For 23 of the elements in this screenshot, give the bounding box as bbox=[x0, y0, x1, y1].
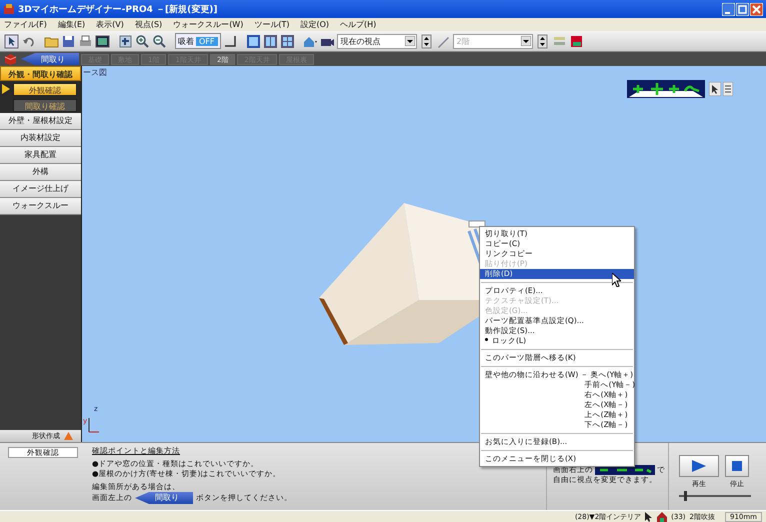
window-title: 3Dマイホームデザイナー-PRO4 －[新規(変更)] bbox=[18, 3, 218, 16]
section-header: 外観・間取り確認 bbox=[0, 66, 81, 81]
menu-item[interactable]: ウォークスルー(W) bbox=[173, 19, 244, 30]
menu-item[interactable]: ファイル(F) bbox=[4, 19, 47, 30]
menu-item[interactable]: ヘルプ(H) bbox=[340, 19, 376, 30]
sidebar-item[interactable]: 家具配置 bbox=[0, 147, 81, 164]
sidebar-item[interactable]: ウォークスルー bbox=[0, 198, 81, 215]
sidebar-item[interactable]: 外観確認 bbox=[13, 82, 77, 96]
sidebar-item[interactable]: 外壁・屋根材設定 bbox=[0, 113, 81, 130]
menu-item[interactable]: 視点(S) bbox=[134, 19, 162, 30]
sidebar-item[interactable]: イメージ仕上げ bbox=[0, 181, 81, 198]
sidebar-item[interactable]: 外構 bbox=[0, 164, 81, 181]
menu-item[interactable]: 編集(E) bbox=[58, 19, 86, 30]
viewpoint-dropdown[interactable]: 現在の視点 bbox=[336, 34, 416, 48]
floor-plan-button[interactable]: 間取り bbox=[21, 53, 79, 65]
menu-item[interactable]: 設定(O) bbox=[300, 19, 330, 30]
view-label: ース図 bbox=[83, 67, 107, 78]
snap-toggle[interactable]: 吸着 OFF bbox=[175, 33, 220, 49]
sidebar-item[interactable]: 内装材設定 bbox=[0, 130, 81, 147]
sidebar-item[interactable]: 間取り確認 bbox=[13, 98, 77, 112]
menu-item[interactable]: ツール(T) bbox=[254, 19, 290, 30]
floor-plan-button[interactable]: 間取り bbox=[135, 492, 193, 504]
menu-item[interactable]: 表示(V) bbox=[96, 19, 124, 30]
